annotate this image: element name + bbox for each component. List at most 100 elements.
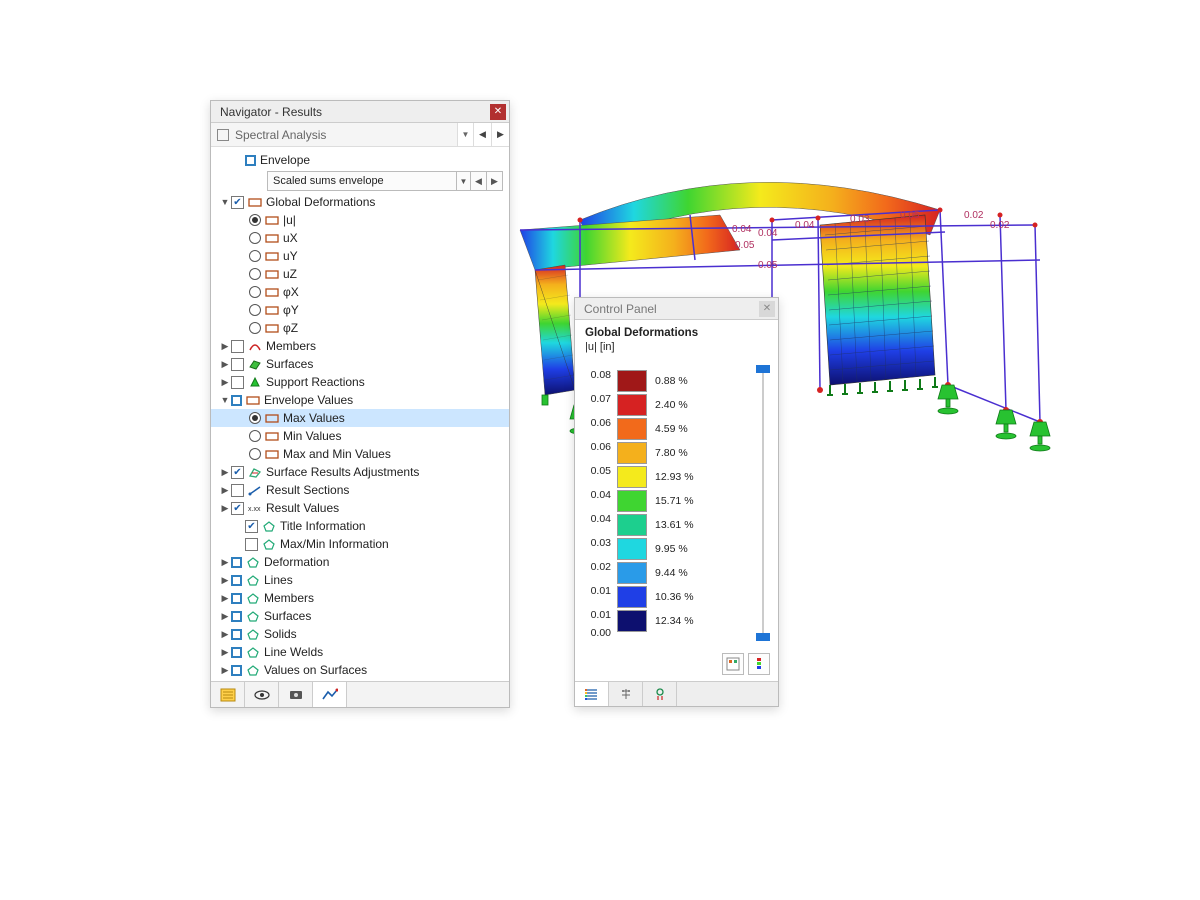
tab-results[interactable]	[313, 682, 347, 707]
chevron-right-icon[interactable]: ▶	[219, 665, 231, 676]
legend-row: 0.07 2.40 %	[583, 387, 770, 411]
tree-gd-φX[interactable]: φX	[211, 283, 509, 301]
cp-tab-factors[interactable]	[609, 682, 643, 706]
legend-swatch	[617, 586, 647, 608]
bluebox-icon	[231, 395, 242, 406]
tree-envelope[interactable]: Envelope	[211, 151, 509, 169]
prev-icon[interactable]: ◀	[471, 171, 487, 191]
analysis-dropdown[interactable]: Spectral Analysis	[211, 123, 457, 146]
legend-row: 0.03 9.95 %	[583, 531, 770, 555]
radio-icon[interactable]	[249, 232, 261, 244]
cp-tab-colorscale[interactable]	[575, 682, 609, 706]
chevron-right-icon[interactable]: ▶	[219, 593, 231, 604]
tree-gd-φZ[interactable]: φZ	[211, 319, 509, 337]
tree-gd-uX[interactable]: uX	[211, 229, 509, 247]
row-icon	[246, 610, 260, 622]
radio-icon[interactable]	[249, 268, 261, 280]
row-icon	[248, 484, 262, 496]
chevron-right-icon[interactable]: ▶	[219, 485, 231, 496]
close-icon[interactable]: ✕	[490, 104, 506, 120]
tree-maxmin_information[interactable]: Max/Min Information	[211, 535, 509, 553]
control-panel-titlebar[interactable]: Control Panel ✕	[575, 298, 778, 320]
chevron-right-icon[interactable]: ▶	[219, 359, 231, 370]
tree-solids[interactable]: ▶ Solids	[211, 625, 509, 643]
slider-handle-top[interactable]	[756, 365, 770, 373]
tab-views[interactable]	[279, 682, 313, 707]
checkbox-icon[interactable]	[231, 376, 244, 389]
checkbox-icon[interactable]	[231, 340, 244, 353]
chevron-right-icon[interactable]: ▶	[219, 503, 231, 514]
tree-min-values[interactable]: Min Values	[211, 427, 509, 445]
tree-support-reactions[interactable]: ▶ Support Reactions	[211, 373, 509, 391]
legend-settings-button[interactable]	[748, 653, 770, 675]
chevron-right-icon[interactable]: ▶	[219, 341, 231, 352]
tree-global-deformations[interactable]: ▼ ✔ Global Deformations	[211, 193, 509, 211]
tree-gd-uY[interactable]: uY	[211, 247, 509, 265]
tree-surface_results_adjustments[interactable]: ▶ ✔ Surface Results Adjustments	[211, 463, 509, 481]
chevron-right-icon[interactable]: ▶	[219, 557, 231, 568]
tree-envelope-values[interactable]: ▼ Envelope Values	[211, 391, 509, 409]
nav-prev-button[interactable]: ◀	[473, 123, 491, 147]
radio-icon[interactable]	[249, 430, 261, 442]
close-icon[interactable]: ✕	[759, 301, 775, 317]
tree-max-values[interactable]: Max Values	[211, 409, 509, 427]
tree-result_sections[interactable]: ▶ Result Sections	[211, 481, 509, 499]
envelope-select[interactable]: Scaled sums envelope ▼ ◀ ▶	[267, 171, 503, 191]
chevron-down-icon[interactable]: ▼	[457, 171, 471, 191]
checkbox-icon[interactable]	[231, 358, 244, 371]
checkbox-checked-icon[interactable]: ✔	[231, 466, 244, 479]
navigator-dropdown-row: Spectral Analysis ▼ ◀ ▶	[211, 123, 509, 147]
tree-title_information[interactable]: ✔ Title Information	[211, 517, 509, 535]
deform-icon	[265, 250, 279, 262]
radio-checked-icon[interactable]	[249, 412, 261, 424]
tree-values_on_surfaces[interactable]: ▶ Values on Surfaces	[211, 661, 509, 679]
chevron-down-icon[interactable]: ▼	[457, 123, 473, 146]
tree-surfaces2[interactable]: ▶ Surfaces	[211, 607, 509, 625]
radio-icon[interactable]	[249, 304, 261, 316]
deform-icon	[265, 214, 279, 226]
chevron-right-icon[interactable]: ▶	[219, 611, 231, 622]
radio-icon[interactable]	[249, 250, 261, 262]
checkbox-icon[interactable]	[245, 538, 258, 551]
chevron-right-icon[interactable]: ▶	[219, 575, 231, 586]
tree-deformation[interactable]: ▶ Deformation	[211, 553, 509, 571]
tree-gd-uZ[interactable]: uZ	[211, 265, 509, 283]
checkbox-checked-icon[interactable]: ✔	[245, 520, 258, 533]
next-icon[interactable]: ▶	[487, 171, 503, 191]
legend-percent: 12.93 %	[647, 471, 694, 483]
row-icon	[248, 466, 262, 478]
checkbox-checked-icon[interactable]: ✔	[231, 196, 244, 209]
checkbox-icon[interactable]	[231, 484, 244, 497]
radio-checked-icon[interactable]	[249, 214, 261, 226]
chevron-right-icon[interactable]: ▶	[219, 629, 231, 640]
annotation: 0.03	[850, 214, 869, 225]
slider-handle-bottom[interactable]	[756, 633, 770, 641]
tab-display[interactable]	[245, 682, 279, 707]
tree-result_values[interactable]: ▶ ✔ x.xx Result Values	[211, 499, 509, 517]
tree-gd-|u|[interactable]: |u|	[211, 211, 509, 229]
tab-data[interactable]	[211, 682, 245, 707]
radio-icon[interactable]	[249, 322, 261, 334]
nav-next-button[interactable]: ▶	[491, 123, 509, 147]
tree-line_welds[interactable]: ▶ Line Welds	[211, 643, 509, 661]
radio-icon[interactable]	[249, 448, 261, 460]
chevron-right-icon[interactable]: ▶	[219, 647, 231, 658]
cp-tab-filter[interactable]	[643, 682, 677, 706]
maxmin-icon	[265, 448, 279, 460]
chevron-right-icon[interactable]: ▶	[219, 467, 231, 478]
checkbox-checked-icon[interactable]: ✔	[231, 502, 244, 515]
tree-members2[interactable]: ▶ Members	[211, 589, 509, 607]
radio-icon[interactable]	[249, 286, 261, 298]
tree-surfaces[interactable]: ▶ Surfaces	[211, 355, 509, 373]
tree-max-min-values[interactable]: Max and Min Values	[211, 445, 509, 463]
legend-swatch	[617, 490, 647, 512]
chevron-down-icon[interactable]: ▼	[219, 197, 231, 207]
tree-members[interactable]: ▶ Members	[211, 337, 509, 355]
chevron-down-icon[interactable]: ▼	[219, 395, 231, 405]
legend-percent: 7.80 %	[647, 447, 688, 459]
edit-palette-button[interactable]	[722, 653, 744, 675]
tree-lines[interactable]: ▶ Lines	[211, 571, 509, 589]
navigator-titlebar[interactable]: Navigator - Results ✕	[211, 101, 509, 123]
tree-gd-φY[interactable]: φY	[211, 301, 509, 319]
chevron-right-icon[interactable]: ▶	[219, 377, 231, 388]
